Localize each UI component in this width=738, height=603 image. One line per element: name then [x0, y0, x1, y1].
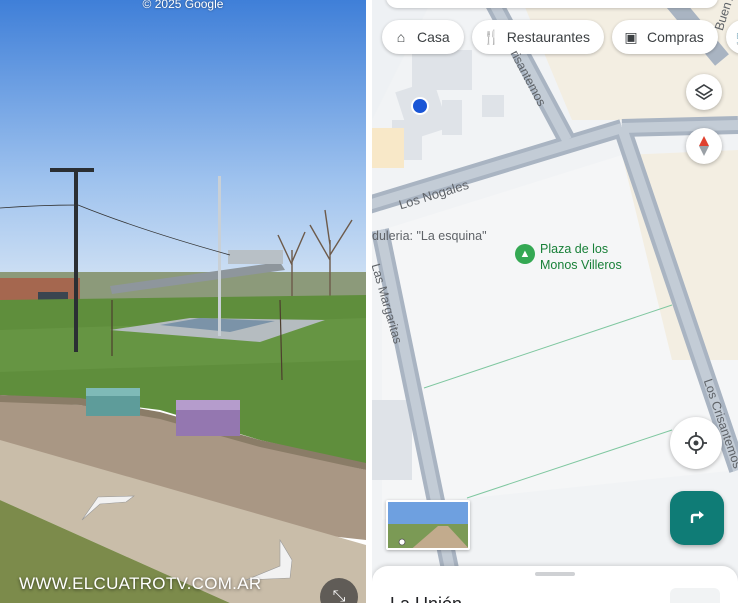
street-view-image[interactable] — [0, 0, 366, 603]
my-location-button[interactable] — [670, 417, 722, 469]
street-view-thumbnail[interactable] — [386, 500, 470, 550]
map-panel[interactable]: ⌂ Casa 🍴 Restaurantes ▣ Compras 🛒 Los No… — [372, 0, 738, 603]
directions-arrow-icon — [690, 511, 704, 523]
thumbnail-image — [388, 502, 468, 548]
compass-icon — [699, 136, 709, 156]
sheet-title: La Unión — [390, 594, 462, 603]
home-icon: ⌂ — [396, 29, 406, 45]
chip-restaurantes[interactable]: 🍴 Restaurantes — [471, 20, 604, 54]
layers-button[interactable] — [686, 74, 722, 110]
place-label[interactable]: duleria: "La esquina" — [372, 229, 487, 243]
chip-label: Compras — [646, 29, 704, 45]
street-view-panel[interactable]: © 2025 Google WWW.ELCUATROTV.COM.AR ⤡ — [0, 0, 366, 603]
layers-icon — [695, 84, 713, 100]
chip-compras[interactable]: ▣ Compras — [611, 20, 718, 54]
compass-button[interactable] — [686, 128, 722, 164]
park-pin-icon[interactable]: ▲ — [515, 244, 535, 264]
copyright-text: © 2025 Google — [142, 0, 224, 11]
bottom-sheet[interactable]: La Unión — [372, 566, 738, 603]
restaurant-icon: 🍴 — [482, 28, 501, 45]
chip-label: Casa — [417, 29, 450, 45]
chip-casa[interactable]: ⌂ Casa — [382, 20, 464, 54]
sheet-drag-handle[interactable] — [535, 572, 575, 576]
category-chips: ⌂ Casa 🍴 Restaurantes ▣ Compras 🛒 — [382, 20, 738, 54]
poi-plaza-label[interactable]: Plaza de los Monos Villeros — [540, 241, 622, 273]
crosshair-icon — [685, 432, 707, 454]
shopping-bag-icon: ▣ — [624, 28, 638, 45]
chip-label: Restaurantes — [506, 29, 590, 45]
directions-button[interactable] — [670, 491, 724, 545]
watermark-text: WWW.ELCUATROTV.COM.AR — [19, 574, 262, 593]
weather-badge — [670, 588, 720, 603]
search-bar[interactable] — [386, 0, 718, 8]
